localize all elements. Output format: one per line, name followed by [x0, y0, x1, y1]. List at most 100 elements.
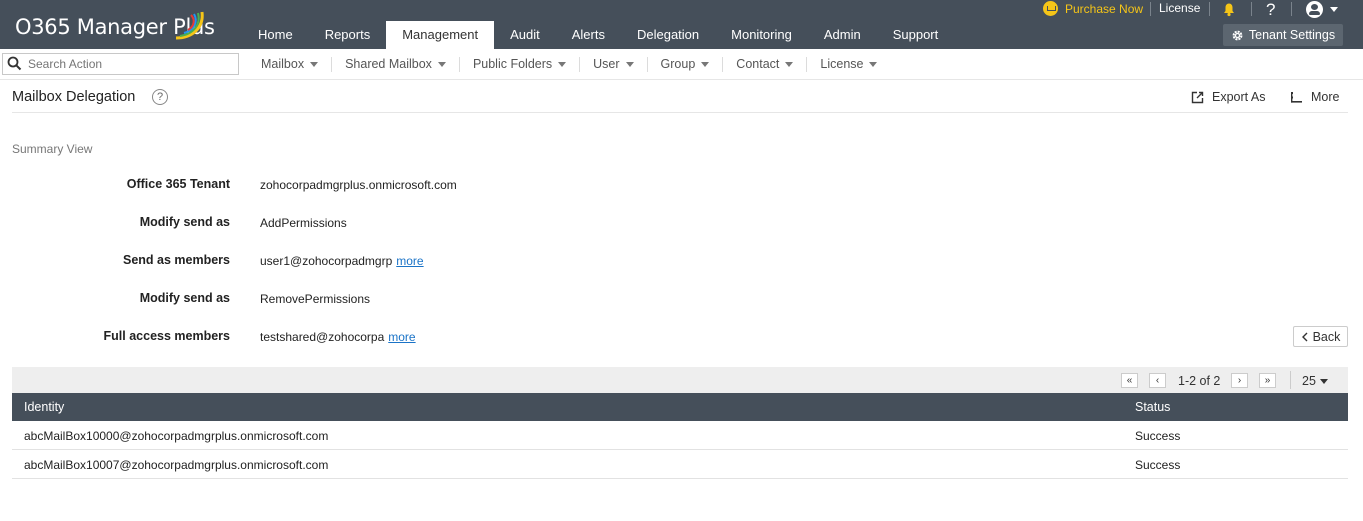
- nav-admin[interactable]: Admin: [808, 21, 877, 49]
- subnav-contact[interactable]: Contact: [723, 57, 808, 72]
- summary-label-modify-send-as: Modify send as: [139, 215, 230, 229]
- chevron-down-icon[interactable]: [1330, 7, 1338, 12]
- divider: [1251, 2, 1252, 16]
- column-header-status[interactable]: Status: [1135, 400, 1170, 414]
- subnav-license[interactable]: License: [807, 57, 890, 72]
- license-link[interactable]: License: [1159, 1, 1200, 15]
- subnav-menu: Mailbox Shared Mailbox Public Folders Us…: [248, 57, 890, 72]
- subnav-group-label: Group: [660, 57, 696, 71]
- back-button[interactable]: Back: [1293, 326, 1348, 347]
- summary-value-text: RemovePermissions: [260, 292, 371, 306]
- subnav-public-folders-label: Public Folders: [472, 57, 553, 71]
- nav-alerts[interactable]: Alerts: [556, 21, 621, 49]
- page-size-select[interactable]: 25: [1302, 374, 1328, 388]
- divider: [1150, 2, 1151, 16]
- subnav-license-label: License: [820, 57, 864, 71]
- page-range: 1-2 of 2: [1178, 374, 1221, 388]
- nav-home[interactable]: Home: [242, 21, 309, 49]
- summary-label-send-as-members: Send as members: [123, 253, 230, 267]
- summary-label-full-access-members: Full access members: [103, 329, 230, 343]
- summary-label-tenant: Office 365 Tenant: [126, 177, 230, 191]
- gear-icon: [1232, 30, 1243, 40]
- summary-value-full-access-members: testshared@zohocorpa more: [260, 330, 416, 344]
- divider: [12, 112, 1348, 113]
- subnav-shared-mailbox[interactable]: Shared Mailbox: [332, 57, 460, 72]
- subnav-mailbox-label: Mailbox: [261, 57, 305, 71]
- purchase-now-label: Purchase Now: [1065, 1, 1144, 16]
- nav-delegation[interactable]: Delegation: [621, 21, 715, 49]
- next-page-button[interactable]: ›: [1231, 373, 1248, 388]
- subnav-shared-mailbox-label: Shared Mailbox: [345, 57, 432, 71]
- cell-identity: abcMailBox10007@zohocorpadmgrplus.onmicr…: [24, 458, 329, 472]
- chevron-down-icon: [869, 62, 878, 67]
- subnav-user[interactable]: User: [580, 57, 648, 72]
- pagination-bar: « ‹ 1-2 of 2 › » 25: [12, 367, 1348, 393]
- help-icon[interactable]: ?: [1266, 0, 1275, 20]
- export-as-button[interactable]: Export As: [1191, 90, 1266, 104]
- summary-value-text: AddPermissions: [260, 216, 347, 230]
- more-icon: [1291, 91, 1302, 103]
- subnav-public-folders[interactable]: Public Folders: [460, 57, 581, 72]
- export-as-label: Export As: [1212, 90, 1266, 104]
- chevron-left-icon: [1301, 332, 1308, 341]
- page-size-value: 25: [1302, 374, 1316, 388]
- cell-identity: abcMailBox10000@zohocorpadmgrplus.onmicr…: [24, 429, 329, 443]
- subnav-user-label: User: [593, 57, 620, 71]
- chevron-down-icon: [310, 62, 319, 67]
- table-row[interactable]: abcMailBox10007@zohocorpadmgrplus.onmicr…: [12, 450, 1348, 479]
- purchase-now-link[interactable]: Purchase Now: [1043, 0, 1143, 17]
- more-button[interactable]: More: [1290, 90, 1339, 104]
- cell-status: Success: [1135, 458, 1181, 472]
- nav-reports[interactable]: Reports: [309, 21, 387, 49]
- subnav-contact-label: Contact: [736, 57, 780, 71]
- sub-nav: Mailbox Shared Mailbox Public Folders Us…: [0, 49, 1363, 80]
- tenant-settings-button[interactable]: Tenant Settings: [1223, 24, 1343, 46]
- tenant-settings-label: Tenant Settings: [1248, 28, 1336, 42]
- divider: [1290, 371, 1291, 389]
- divider: [1291, 2, 1292, 16]
- summary-value-tenant: zohocorpadmgrplus.onmicrosoft.com: [260, 178, 457, 192]
- table-header: Identity Status: [12, 393, 1348, 421]
- export-icon: [1191, 91, 1204, 103]
- help-icon[interactable]: ?: [152, 89, 168, 105]
- send-as-more-link[interactable]: more: [396, 254, 423, 268]
- chevron-down-icon: [437, 62, 446, 67]
- nav-monitoring[interactable]: Monitoring: [715, 21, 808, 49]
- summary-value-text: testshared@zohocorpa: [260, 330, 385, 344]
- chevron-down-icon: [785, 62, 794, 67]
- summary-value-text: user1@zohocorpadmgrp: [260, 254, 393, 268]
- column-header-identity[interactable]: Identity: [24, 400, 64, 414]
- search-icon: [7, 56, 22, 71]
- divider: [1209, 2, 1210, 16]
- chevron-down-icon: [558, 62, 567, 67]
- first-page-button[interactable]: «: [1121, 373, 1138, 388]
- bell-icon[interactable]: [1221, 1, 1237, 17]
- chevron-down-icon: [1319, 378, 1328, 384]
- summary-value-modify-send-as-2: RemovePermissions: [260, 292, 370, 306]
- main-nav: Home Reports Management Audit Alerts Del…: [242, 21, 954, 49]
- logo-swoosh-icon: [175, 11, 204, 40]
- full-access-more-link[interactable]: more: [388, 330, 415, 344]
- search-action-input[interactable]: [28, 57, 228, 71]
- subnav-mailbox[interactable]: Mailbox: [248, 57, 333, 72]
- cell-status: Success: [1135, 429, 1181, 443]
- summary-label-modify-send-as-2: Modify send as: [139, 291, 230, 305]
- search-box[interactable]: [2, 53, 239, 75]
- chevron-down-icon: [625, 62, 634, 67]
- summary-value-send-as-members: user1@zohocorpadmgrp more: [260, 254, 424, 268]
- top-header: O365 Manager Plus Home Reports Managemen…: [0, 0, 1363, 49]
- last-page-button[interactable]: »: [1259, 373, 1276, 388]
- summary-value-modify-send-as: AddPermissions: [260, 216, 347, 230]
- back-label: Back: [1312, 329, 1341, 344]
- nav-management[interactable]: Management: [386, 21, 495, 49]
- cart-icon: [1043, 1, 1058, 16]
- subnav-group[interactable]: Group: [648, 57, 724, 72]
- user-avatar-icon[interactable]: [1306, 1, 1323, 18]
- nav-support[interactable]: Support: [877, 21, 955, 49]
- page-title: Mailbox Delegation: [12, 89, 136, 105]
- table-row[interactable]: abcMailBox10000@zohocorpadmgrplus.onmicr…: [12, 421, 1348, 450]
- summary-value-text: zohocorpadmgrplus.onmicrosoft.com: [260, 178, 457, 192]
- summary-view-label: Summary View: [12, 142, 93, 156]
- prev-page-button[interactable]: ‹: [1149, 373, 1166, 388]
- nav-audit[interactable]: Audit: [494, 21, 556, 49]
